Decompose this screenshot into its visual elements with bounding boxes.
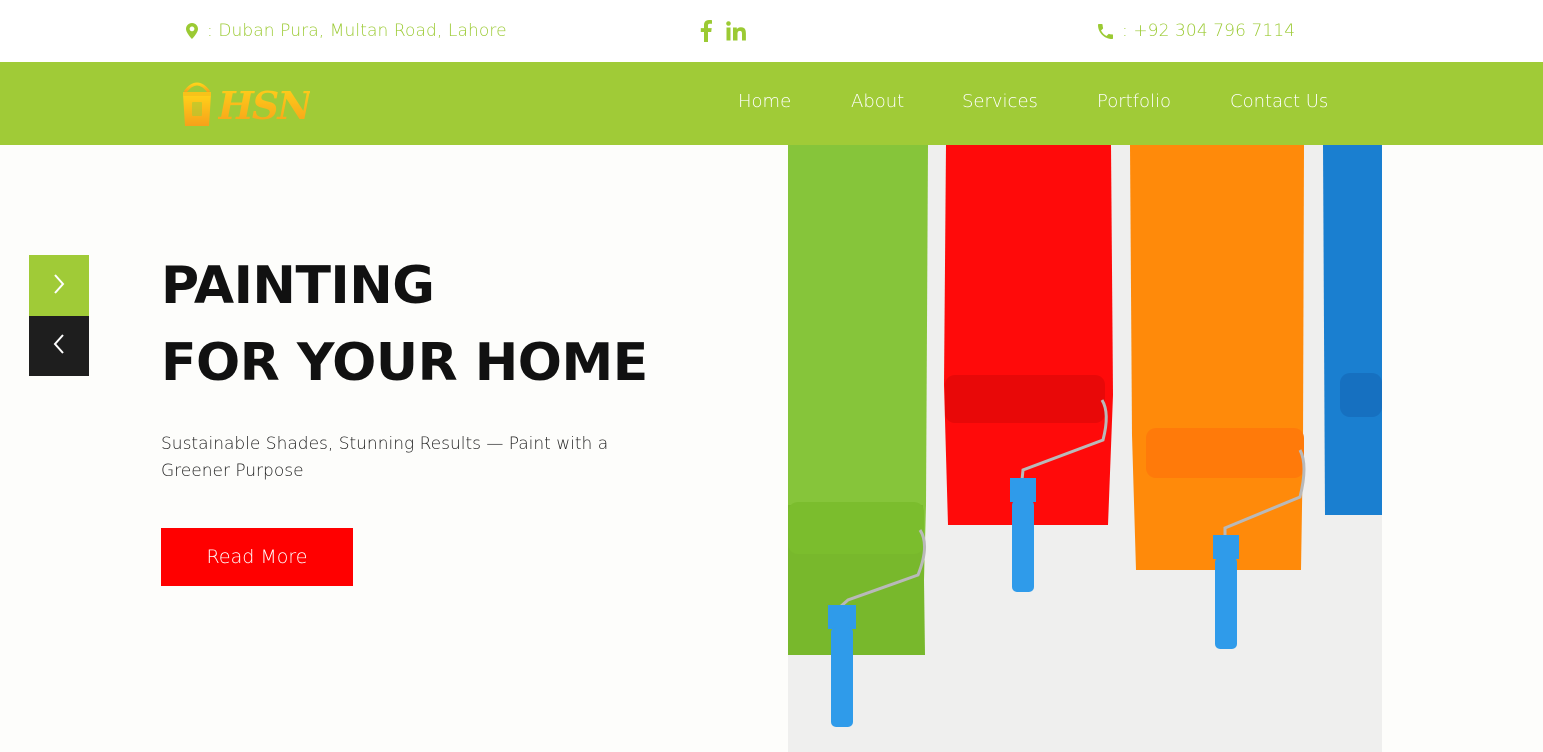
slider-prev-button[interactable] — [29, 316, 89, 376]
phone-text: : +92 304 796 7114 — [1122, 21, 1296, 41]
social-links — [700, 18, 746, 44]
hero-subtitle: Sustainable Shades, Stunning Results — P… — [161, 434, 609, 481]
paint-rollers-on-wall-image — [788, 145, 1382, 752]
hero-headline: PAINTING FOR YOUR HOME — [161, 248, 648, 402]
phone-info: : +92 304 796 7114 — [1098, 18, 1295, 44]
facebook-icon[interactable] — [700, 20, 712, 42]
hero-right-margin — [1382, 145, 1543, 752]
chevron-right-icon — [52, 273, 66, 299]
phone-icon — [1098, 23, 1113, 39]
site-logo[interactable]: HSN — [180, 78, 312, 132]
nav-portfolio[interactable]: Portfolio — [1097, 91, 1171, 112]
linkedin-icon[interactable] — [726, 21, 746, 41]
map-pin-icon — [186, 23, 198, 39]
address-info: : Duban Pura, Multan Road, Lahore — [186, 18, 507, 44]
nav-home[interactable]: Home — [738, 91, 791, 112]
paint-bucket-icon — [180, 78, 214, 132]
chevron-left-icon — [52, 333, 66, 359]
main-navbar: HSN Home About Services Portfolio Contac… — [0, 62, 1543, 145]
slider-next-button[interactable] — [29, 255, 89, 316]
hero-headline-line1: PAINTING — [161, 256, 435, 316]
read-more-button[interactable]: Read More — [161, 528, 353, 586]
top-info-bar: : Duban Pura, Multan Road, Lahore : +92 … — [0, 0, 1543, 62]
hero-headline-line2: FOR YOUR HOME — [161, 333, 648, 393]
nav-services[interactable]: Services — [962, 91, 1038, 112]
nav-about[interactable]: About — [851, 91, 904, 112]
nav-contact-us[interactable]: Contact Us — [1230, 91, 1328, 112]
logo-text: HSN — [218, 82, 312, 128]
address-text: : Duban Pura, Multan Road, Lahore — [207, 21, 507, 41]
